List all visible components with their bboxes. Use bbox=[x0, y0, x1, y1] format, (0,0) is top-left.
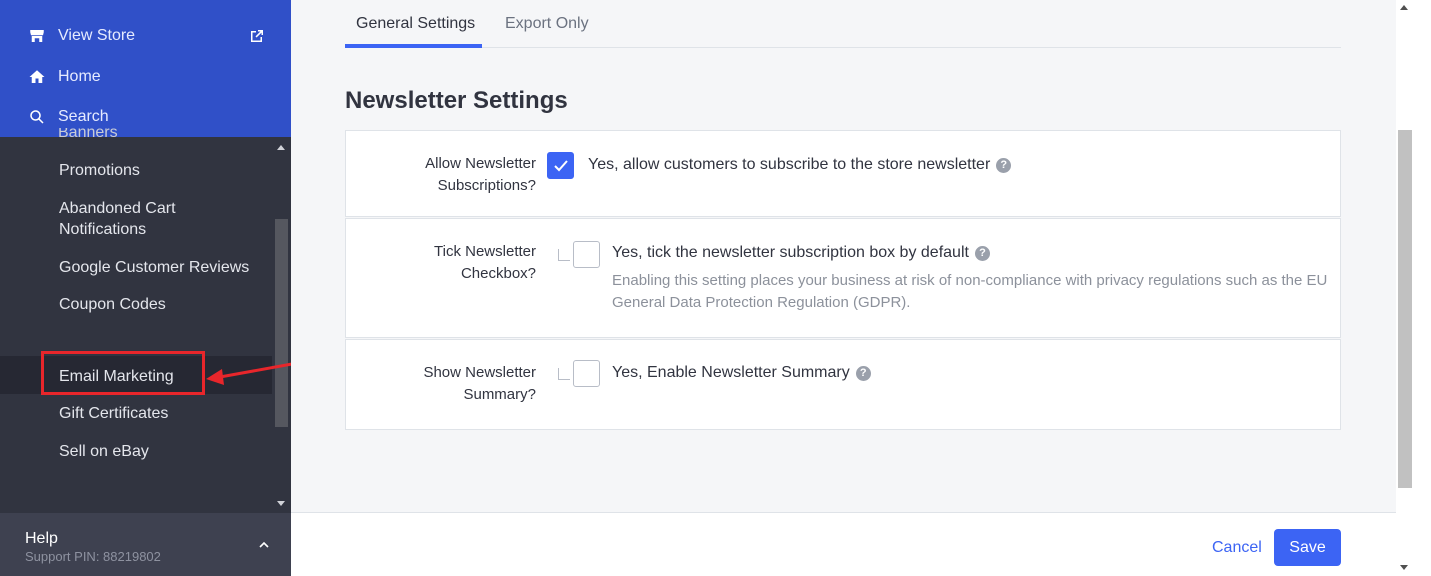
sidebar-item-abandoned-cart[interactable]: Abandoned Cart Notifications bbox=[59, 198, 176, 240]
allow-subscriptions-checkbox[interactable] bbox=[547, 152, 574, 179]
page-scrollbar[interactable] bbox=[1396, 0, 1431, 576]
tab-export-only[interactable]: Export Only bbox=[505, 15, 589, 33]
home-icon bbox=[29, 70, 45, 83]
help-icon[interactable]: ? bbox=[855, 365, 871, 381]
setting-row-tick-checkbox: Tick Newsletter Checkbox? Yes, tick the … bbox=[345, 218, 1341, 338]
store-icon bbox=[30, 30, 44, 42]
connector-line bbox=[558, 249, 570, 261]
sidebar-item-gift-certificates[interactable]: Gift Certificates bbox=[59, 403, 168, 424]
sidebar-nav: Promotions Abandoned Cart Notifications … bbox=[0, 137, 272, 513]
search-icon bbox=[30, 110, 44, 124]
help-icon[interactable]: ? bbox=[974, 245, 990, 261]
scroll-down-arrow-icon[interactable] bbox=[1400, 565, 1408, 570]
sidebar-item-coupon-codes[interactable]: Coupon Codes bbox=[59, 294, 166, 315]
sidebar-item-google-reviews[interactable]: Google Customer Reviews bbox=[59, 257, 249, 278]
section-title: Newsletter Settings bbox=[345, 87, 568, 114]
help-title: Help bbox=[25, 530, 58, 547]
option-text: Yes, Enable Newsletter Summary ? bbox=[612, 364, 871, 382]
setting-row-allow-subscriptions: Allow Newsletter Subscriptions? Yes, all… bbox=[345, 130, 1341, 217]
sidebar-scrollbar[interactable] bbox=[272, 137, 291, 513]
chevron-up-icon[interactable] bbox=[258, 539, 270, 551]
tick-checkbox-default-checkbox[interactable] bbox=[573, 241, 600, 268]
active-tab-indicator bbox=[345, 44, 482, 48]
sidebar-item-sell-on-ebay[interactable]: Sell on eBay bbox=[59, 441, 149, 462]
help-section[interactable]: Help Support PIN: 88219802 bbox=[0, 513, 291, 576]
option-label: Yes, tick the newsletter subscription bo… bbox=[612, 244, 969, 261]
help-icon[interactable]: ? bbox=[996, 157, 1012, 173]
cancel-button[interactable]: Cancel bbox=[1212, 539, 1262, 557]
sidebar-item-email-marketing[interactable]: Email Marketing bbox=[59, 366, 174, 387]
tab-general-settings[interactable]: General Settings bbox=[356, 15, 475, 33]
field-label: Allow Newsletter Subscriptions? bbox=[425, 155, 536, 194]
save-button[interactable]: Save bbox=[1274, 529, 1341, 566]
option-label: Yes, Enable Newsletter Summary bbox=[612, 364, 850, 381]
sidebar-item-banners[interactable]: Banners bbox=[58, 128, 118, 137]
field-label: Show Newsletter Summary? bbox=[423, 364, 536, 403]
external-link-icon[interactable] bbox=[249, 28, 265, 44]
action-footer: Cancel Save bbox=[291, 512, 1396, 576]
page-scroll-thumb[interactable] bbox=[1398, 130, 1412, 488]
sidebar-scroll-thumb[interactable] bbox=[275, 219, 288, 427]
gdpr-warning-text: Enabling this setting places your busine… bbox=[612, 272, 1328, 311]
settings-tabs: General Settings Export Only bbox=[345, 0, 1341, 48]
view-store-label: View Store bbox=[58, 27, 136, 44]
field-label: Tick Newsletter Checkbox? bbox=[434, 243, 536, 282]
sidebar: View Store Home Search Banners Promotion… bbox=[0, 0, 291, 576]
search-label: Search bbox=[58, 108, 109, 125]
home-label: Home bbox=[58, 68, 101, 85]
option-text: Yes, tick the newsletter subscription bo… bbox=[612, 244, 990, 262]
main-content: General Settings Export Only Newsletter … bbox=[291, 0, 1396, 576]
search-link[interactable]: Search bbox=[28, 105, 109, 129]
scroll-down-arrow-icon[interactable] bbox=[277, 501, 285, 506]
option-label: Yes, allow customers to subscribe to the… bbox=[588, 156, 991, 173]
setting-row-newsletter-summary: Show Newsletter Summary? Yes, Enable New… bbox=[345, 339, 1341, 430]
sidebar-item-promotions[interactable]: Promotions bbox=[59, 160, 140, 181]
option-text: Yes, allow customers to subscribe to the… bbox=[588, 156, 1012, 174]
checkmark-icon bbox=[554, 160, 568, 172]
scroll-up-arrow-icon[interactable] bbox=[1400, 5, 1408, 10]
support-pin: Support PIN: 88219802 bbox=[25, 549, 161, 564]
view-store-link[interactable]: View Store bbox=[28, 24, 135, 48]
newsletter-summary-checkbox[interactable] bbox=[573, 360, 600, 387]
home-link[interactable]: Home bbox=[28, 65, 101, 89]
sidebar-header: View Store Home Search bbox=[0, 0, 291, 137]
connector-line bbox=[558, 368, 570, 380]
scroll-up-arrow-icon[interactable] bbox=[277, 145, 285, 150]
